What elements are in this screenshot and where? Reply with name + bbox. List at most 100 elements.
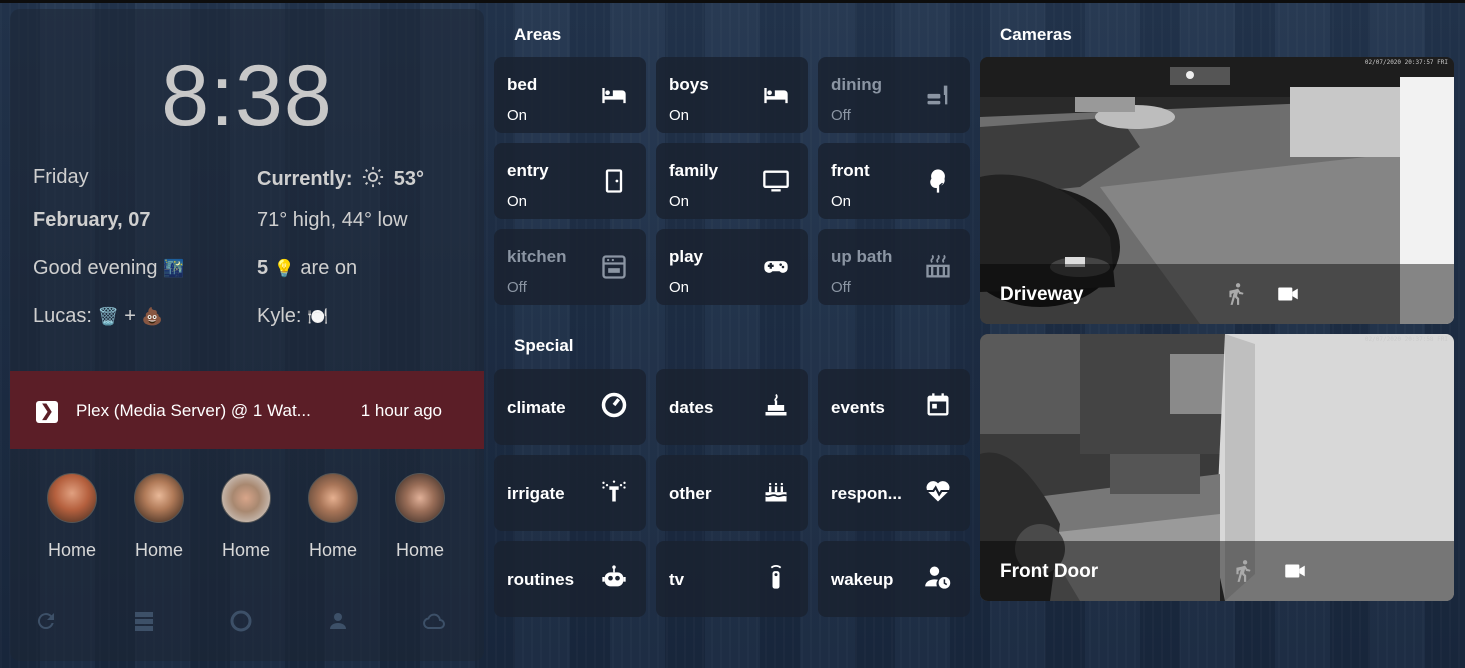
video-icon[interactable] [1275, 281, 1301, 307]
tile-front[interactable]: front On [818, 143, 970, 219]
tree-icon [930, 169, 945, 193]
notification-time: 1 hour ago [360, 401, 442, 420]
tile-name: boys [669, 75, 709, 94]
tile-routines[interactable]: routines [494, 541, 646, 617]
lights-text: are on [300, 257, 358, 279]
tile-state: On [669, 193, 690, 210]
cloud-icon[interactable] [422, 609, 446, 633]
plex-icon: ❯ [36, 401, 58, 423]
person-1[interactable]: Home [32, 473, 112, 561]
trash-can-icon: 🗑️ [97, 307, 119, 326]
person-status: Home [134, 540, 183, 560]
tile-name: play [669, 247, 704, 266]
person-2[interactable]: Home [119, 473, 199, 561]
lucas-status: Lucas: 🗑️ + 💩 [33, 305, 163, 328]
bed-icon [764, 88, 788, 104]
avatar [308, 473, 358, 523]
video-icon[interactable] [1282, 558, 1308, 584]
gauge-icon [601, 392, 627, 418]
date-label: February, 07 [33, 209, 151, 231]
avatar [395, 473, 445, 523]
day-label: Friday [33, 166, 89, 188]
person-status: Home [395, 540, 444, 560]
radiator-icon [926, 254, 950, 278]
tile-up-bath[interactable]: up bath Off [818, 229, 970, 305]
tile-name: entry [507, 161, 549, 180]
avatar [47, 473, 97, 523]
tile-response[interactable]: respon... [818, 455, 970, 531]
dining-icon [927, 85, 948, 105]
tile-other[interactable]: other [656, 455, 808, 531]
bed-icon [602, 88, 626, 104]
refresh-icon[interactable] [34, 609, 58, 633]
tile-wakeup[interactable]: wakeup [818, 541, 970, 617]
status-panel: 8:38 Friday February, 07 Good evening 🌃 … [10, 9, 484, 661]
camera-driveway[interactable]: 02/07/2020 20:37:57 FRI Driveway [980, 57, 1454, 324]
tile-entry[interactable]: entry On [494, 143, 646, 219]
tile-irrigate[interactable]: irrigate [494, 455, 646, 531]
door-icon [605, 169, 623, 193]
notification-text: Plex (Media Server) @ 1 Wat... [76, 401, 311, 420]
camera-bar: Front Door [980, 541, 1454, 601]
tile-name: events [831, 398, 885, 417]
tile-state: Off [831, 279, 851, 296]
calendar-icon [927, 393, 949, 416]
poop-icon: 💩 [141, 307, 163, 326]
lights-count: 5 [257, 257, 269, 279]
high-low: 71° high, 44° low [257, 209, 408, 231]
tile-name: front [831, 161, 870, 180]
account-clock-icon [925, 566, 951, 589]
person-icon[interactable] [326, 609, 350, 633]
tile-play[interactable]: play On [656, 229, 808, 305]
areas-title: Areas [514, 25, 562, 44]
alexa-icon[interactable] [229, 609, 253, 633]
candles-icon [765, 482, 787, 502]
tile-name: kitchen [507, 247, 567, 266]
tile-bed[interactable]: bed On [494, 57, 646, 133]
camera-front-door[interactable]: 02/07/2020 20:37:58 FRI Front Door [980, 334, 1454, 601]
avatar [221, 473, 271, 523]
tile-name: dining [831, 75, 882, 94]
top-border [0, 0, 1465, 3]
camera-timestamp: 02/07/2020 20:37:58 FRI [1364, 336, 1448, 343]
tile-state: Off [831, 107, 851, 124]
tile-state: Off [507, 279, 527, 296]
tile-kitchen[interactable]: kitchen Off [494, 229, 646, 305]
motion-icon[interactable] [1224, 281, 1250, 307]
camera-name: Driveway [1000, 284, 1084, 305]
tile-boys[interactable]: boys On [656, 57, 808, 133]
tile-name: family [669, 161, 719, 180]
tile-dates[interactable]: dates [656, 369, 808, 445]
plus-sign: + [124, 305, 136, 327]
tv-icon [763, 170, 789, 192]
person-status: Home [308, 540, 357, 560]
gamepad-icon [764, 261, 788, 273]
camera-bar: Driveway [980, 264, 1454, 324]
tile-name: up bath [831, 247, 893, 266]
tile-name: respon... [831, 484, 902, 503]
cake-icon [765, 394, 787, 416]
motion-icon[interactable] [1231, 558, 1257, 584]
night-city-icon: 🌃 [163, 259, 185, 278]
tile-name: climate [507, 398, 566, 417]
plate-icon: 🍽️ [307, 307, 329, 326]
tile-events[interactable]: events [818, 369, 970, 445]
tile-dining[interactable]: dining Off [818, 57, 970, 133]
lucas-label: Lucas: [33, 305, 92, 327]
person-status: Home [221, 540, 270, 560]
person-5[interactable]: Home [380, 473, 460, 561]
tile-state: On [507, 107, 528, 124]
tile-tv[interactable]: tv [656, 541, 808, 617]
plex-notification[interactable]: ❯ Plex (Media Server) @ 1 Wat... 1 hour … [10, 371, 484, 449]
person-3[interactable]: Home [206, 473, 286, 561]
tile-climate[interactable]: climate [494, 369, 646, 445]
tile-family[interactable]: family On [656, 143, 808, 219]
camera-timestamp: 02/07/2020 20:37:57 FRI [1364, 59, 1448, 66]
special-title: Special [514, 336, 574, 355]
tile-name: tv [669, 570, 685, 589]
server-icon[interactable] [132, 609, 156, 633]
person-4[interactable]: Home [293, 473, 373, 561]
kyle-label: Kyle: [257, 305, 302, 327]
tile-name: dates [669, 398, 714, 417]
sun-icon [363, 166, 384, 188]
